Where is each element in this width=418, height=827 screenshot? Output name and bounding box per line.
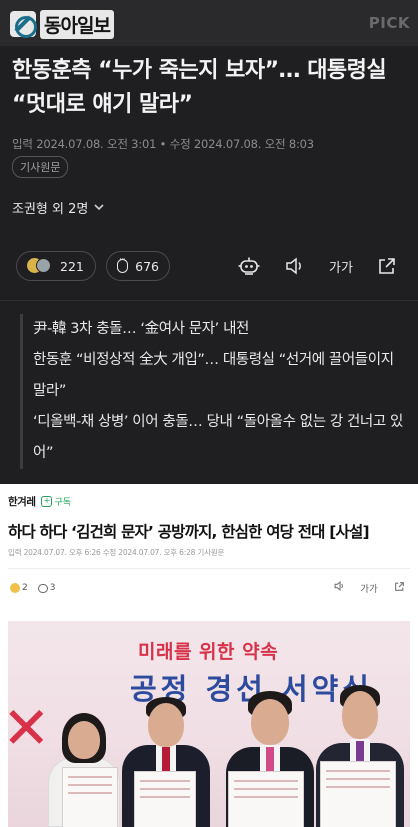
share-icon[interactable] [390, 581, 408, 595]
related-headline[interactable]: 尹-韓 3차 충돌… ‘金여사 문자’ 내전 [33, 314, 410, 345]
photo-banner-top: 미래를 위한 약속 [138, 641, 279, 663]
pledge-document [62, 767, 118, 827]
author-dropdown[interactable]: 조권형 외 2명 [12, 198, 104, 217]
related-headlines: 尹-韓 3차 충돌… ‘金여사 문자’ 내전 한동훈 “비정상적 全大 개입”…… [20, 314, 410, 469]
pledge-document [320, 761, 396, 827]
related-headline[interactable]: ‘디올백-채 상병’ 이어 충돌… 당내 “돌아올수 없는 강 건너고 있어” [33, 407, 410, 469]
comment-bubble-icon [37, 583, 48, 593]
share-icon [379, 258, 395, 274]
pick-badge: PICK [368, 14, 410, 32]
share-button[interactable] [364, 252, 410, 280]
divider [8, 568, 410, 569]
comment-count: 676 [135, 258, 159, 274]
article-photo: 미래를 위한 약속 공정 경선 서약식 ✕ [8, 621, 410, 827]
article-dateline: 입력 2024.07.07. 오후 6:26 수정 2024.07.07. 오후… [8, 548, 225, 557]
reaction-count: 2 [22, 583, 28, 593]
font-size-label: 가가 [329, 260, 353, 276]
reaction-button[interactable]: 2 [10, 583, 28, 593]
reaction-emoji-icon [27, 257, 53, 275]
press-name[interactable]: 한겨레 [8, 494, 36, 509]
font-size-button[interactable]: 가가 [360, 581, 378, 595]
speaker-icon [286, 257, 301, 275]
pledge-document [228, 771, 304, 827]
comments-button[interactable]: 3 [37, 583, 56, 593]
comment-bubble-icon [117, 255, 129, 273]
article-toolbar: 가가 [226, 252, 410, 280]
hankyoreh-article: 한겨레 + 구독 하다 하다 ‘김건희 문자’ 공방까지, 한심한 여당 전대 … [0, 484, 418, 827]
reaction-button[interactable]: 221 [16, 251, 96, 281]
divider [0, 300, 418, 301]
reaction-emoji-icon [10, 583, 20, 593]
press-logo-text: 동아일보 [40, 9, 114, 39]
article-title: 하다 하다 ‘김건희 문자’ 공방까지, 한심한 여당 전대 [사설] [8, 523, 370, 541]
subscribe-button[interactable]: + 구독 [41, 495, 71, 508]
original-article-link[interactable]: 기사원문 [12, 156, 69, 178]
article-dateline: 입력 2024.07.08. 오전 3:01 • 수정 2024.07.08. … [12, 137, 314, 151]
header-bar: 동아일보 PICK [0, 0, 418, 46]
article-headline: 한동훈측 “누가 죽는지 보자”… 대통령실 “멋대로 얘기 말라” [12, 58, 387, 117]
author-name: 조권형 외 2명 [12, 202, 89, 217]
subscribe-label: 구독 [54, 498, 72, 508]
reaction-count: 221 [60, 258, 84, 274]
press-logo[interactable]: 동아일보 [10, 8, 114, 40]
donga-article-card: 동아일보 PICK 한동훈측 “누가 죽는지 보자”… 대통령실 “멋대로 얘기… [0, 0, 418, 484]
robot-summary-button[interactable] [226, 252, 272, 280]
font-size-button[interactable]: 가가 [318, 252, 364, 280]
article-toolbar: 가가 [330, 581, 408, 595]
speaker-icon[interactable] [330, 581, 348, 595]
related-headline[interactable]: 한동훈 “비정상적 全大 개입”… 대통령실 “선거에 끌어들이지 말라” [33, 345, 410, 407]
comments-button[interactable]: 676 [106, 251, 170, 281]
comment-count: 3 [49, 583, 56, 593]
listen-button[interactable] [272, 252, 318, 280]
plus-icon: + [41, 496, 53, 507]
chevron-down-icon [94, 201, 104, 214]
reaction-bar: 2 3 [10, 583, 55, 593]
press-brand: 한겨레 + 구독 [8, 494, 71, 509]
donga-logo-icon [10, 11, 37, 38]
pledge-document [134, 771, 196, 827]
robot-icon [238, 257, 260, 275]
